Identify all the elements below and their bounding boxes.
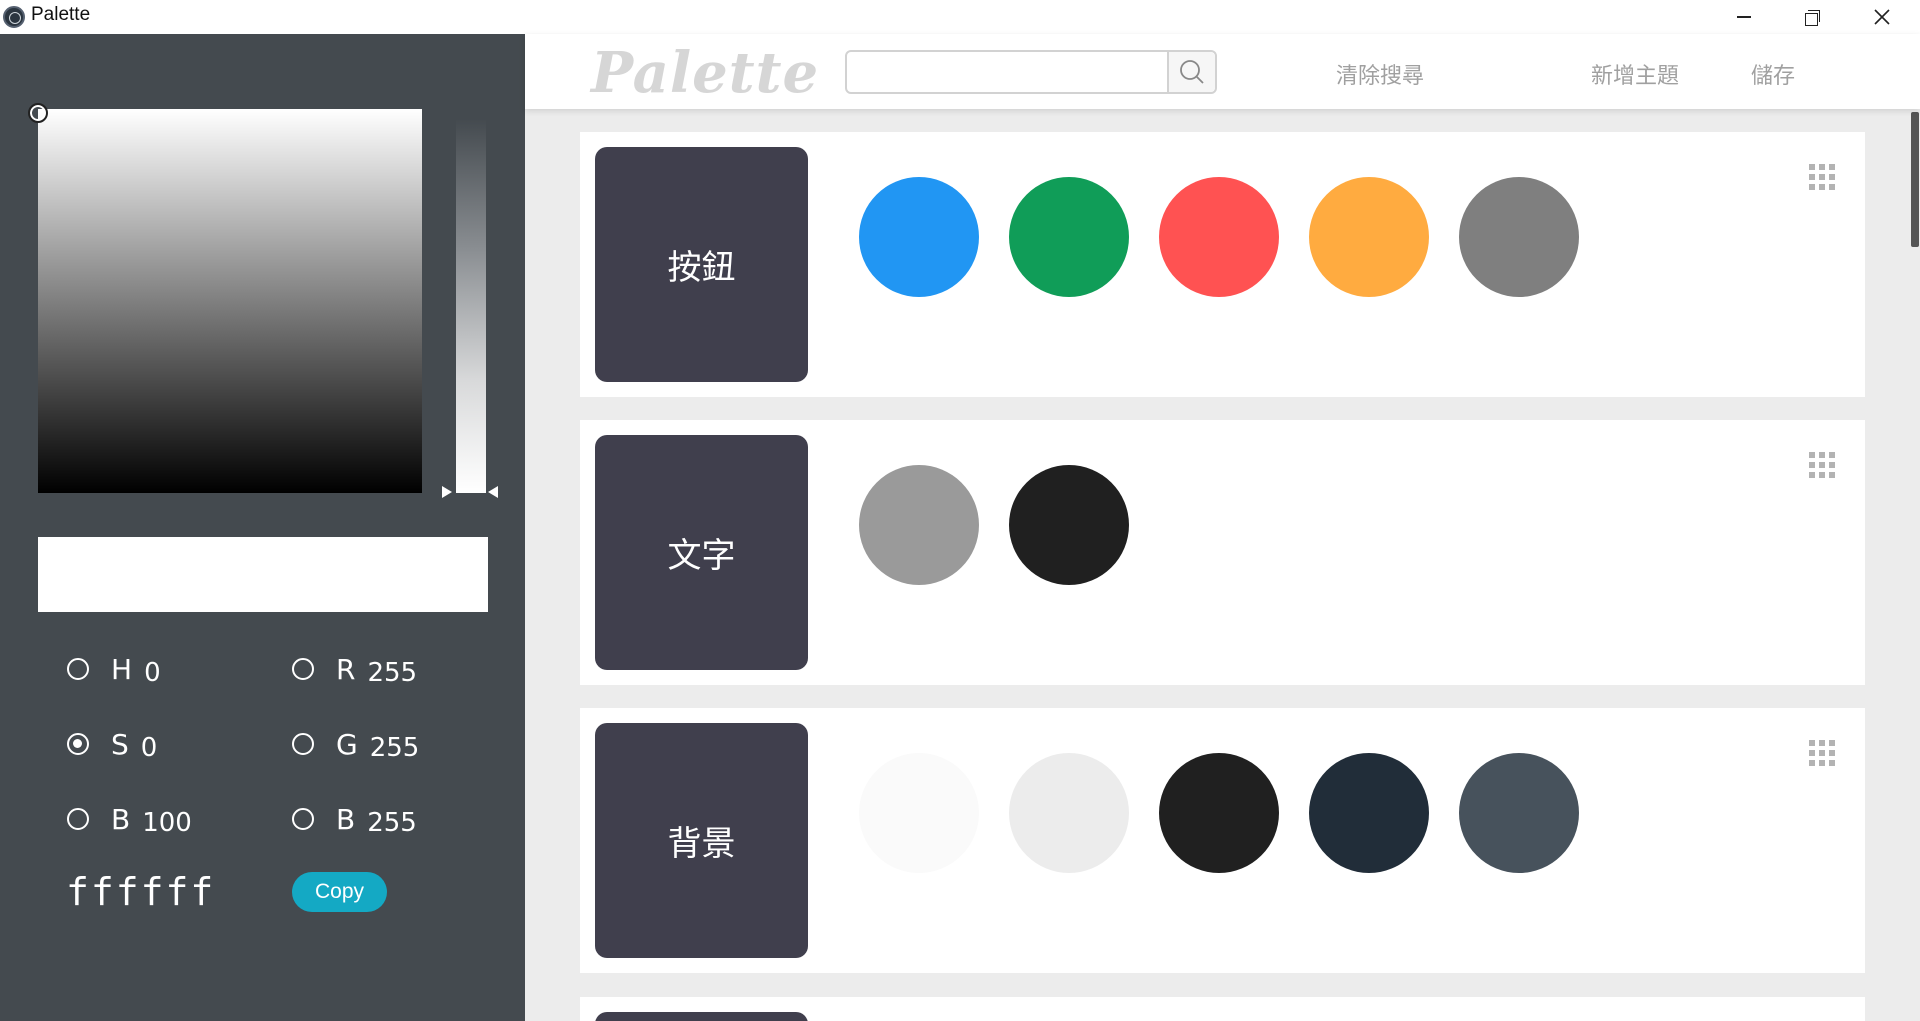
copy-button[interactable]: Copy xyxy=(292,872,387,912)
restore-icon xyxy=(1805,10,1820,26)
radio-saturation[interactable] xyxy=(67,733,89,755)
drag-handle-icon[interactable] xyxy=(1809,740,1835,766)
save-button[interactable]: 儲存 xyxy=(1751,58,1795,90)
color-cursor[interactable] xyxy=(28,103,48,123)
saturation-value: 0 xyxy=(140,733,158,763)
green-value: 255 xyxy=(369,733,420,763)
color-swatch[interactable] xyxy=(859,465,979,585)
brightness-value: 100 xyxy=(142,808,192,838)
scrollbar-thumb[interactable] xyxy=(1911,112,1919,247)
color-swatch[interactable] xyxy=(1309,753,1429,873)
color-swatch[interactable] xyxy=(1159,177,1279,297)
clear-search-button[interactable]: 清除搜尋 xyxy=(1336,58,1424,90)
theme-name[interactable]: 文字 xyxy=(595,435,808,670)
theme-card: 按鈕 xyxy=(580,132,1865,397)
color-swatch[interactable] xyxy=(1159,753,1279,873)
add-theme-button[interactable]: 新增主題 xyxy=(1591,58,1679,90)
color-swatch[interactable] xyxy=(1309,177,1429,297)
color-swatch[interactable] xyxy=(1459,753,1579,873)
hex-value: ffffff xyxy=(66,870,216,914)
theme-name-partial[interactable] xyxy=(595,1012,808,1021)
drag-handle-icon[interactable] xyxy=(1809,452,1835,478)
radio-green[interactable] xyxy=(292,733,314,755)
color-swatch[interactable] xyxy=(859,753,979,873)
saturation-option[interactable]: S 0 xyxy=(67,725,157,763)
red-label: R xyxy=(336,652,356,686)
window-title: Palette xyxy=(31,4,91,25)
slider-handle-right[interactable] xyxy=(488,486,498,498)
saturation-label: S xyxy=(111,727,129,761)
color-swatch[interactable] xyxy=(1009,753,1129,873)
brightness-label: B xyxy=(111,802,131,836)
color-picker-panel: H 0 S 0 B 100 R 255 G 255 B 255 ffffff C… xyxy=(0,34,525,1021)
saturation-brightness-area[interactable] xyxy=(38,109,422,493)
close-button[interactable] xyxy=(1848,0,1916,34)
color-swatch[interactable] xyxy=(1009,465,1129,585)
search-icon xyxy=(1180,60,1204,84)
theme-card: 文字 xyxy=(580,420,1865,685)
radio-red[interactable] xyxy=(292,658,314,680)
brightness-slider[interactable] xyxy=(456,119,486,493)
red-option[interactable]: R 255 xyxy=(292,650,417,688)
green-label: G xyxy=(336,727,358,761)
red-value: 255 xyxy=(367,658,418,688)
theme-card-partial xyxy=(580,997,1865,1021)
hue-option[interactable]: H 0 xyxy=(67,650,161,688)
restore-button[interactable] xyxy=(1778,0,1846,34)
color-swatch[interactable] xyxy=(1459,177,1579,297)
close-icon xyxy=(1874,9,1890,25)
theme-name[interactable]: 按鈕 xyxy=(595,147,808,382)
app-logo: Palette xyxy=(591,40,820,106)
color-swatch[interactable] xyxy=(1009,177,1129,297)
theme-name[interactable]: 背景 xyxy=(595,723,808,958)
radio-brightness[interactable] xyxy=(67,808,89,830)
blue-option[interactable]: B 255 xyxy=(292,800,417,838)
blue-value: 255 xyxy=(367,808,417,838)
color-swatch[interactable] xyxy=(859,177,979,297)
blue-label: B xyxy=(336,802,356,836)
drag-handle-icon[interactable] xyxy=(1809,164,1835,190)
search-button[interactable] xyxy=(1167,52,1215,92)
theme-list: 按鈕 文字 背景 xyxy=(525,109,1920,1021)
search-box xyxy=(845,50,1217,94)
radio-hue[interactable] xyxy=(67,658,89,680)
minimize-icon xyxy=(1737,16,1751,18)
toolbar: Palette 清除搜尋 新增主題 儲存 xyxy=(525,34,1920,109)
slider-handle-left[interactable] xyxy=(442,486,452,498)
app-icon xyxy=(3,6,25,28)
radio-blue[interactable] xyxy=(292,808,314,830)
color-preview xyxy=(38,537,488,612)
theme-card: 背景 xyxy=(580,708,1865,973)
brightness-option[interactable]: B 100 xyxy=(67,800,192,838)
green-option[interactable]: G 255 xyxy=(292,725,419,763)
minimize-button[interactable] xyxy=(1710,0,1778,34)
search-input[interactable] xyxy=(847,52,1167,92)
hue-value: 0 xyxy=(144,658,161,688)
title-bar: Palette xyxy=(0,0,1920,34)
hue-label: H xyxy=(111,652,133,686)
